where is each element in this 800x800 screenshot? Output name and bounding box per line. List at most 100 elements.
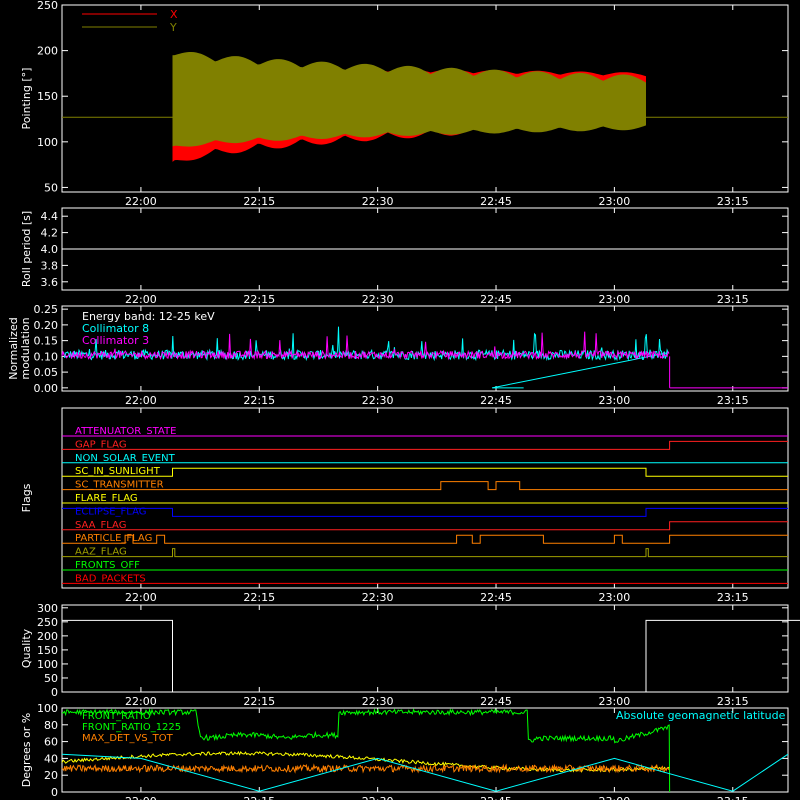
y-tick-label: 0.20 [34,319,59,332]
x-tick-label: 23:15 [717,394,749,407]
x-tick-label: 22:45 [480,695,512,708]
y-tick-label: 60 [44,736,58,749]
flag-trace [62,481,788,491]
y-tick-label: 100 [37,136,58,149]
flag-label: SAA_FLAG [75,520,126,531]
flag-label: PARTICLE_FLAG [75,533,152,544]
y-tick-label: 0.00 [34,382,59,395]
y-tick-label: 20 [44,769,58,782]
ratio-legend-label: FRONT_RATIO [82,711,151,722]
y-tick-label: 300 [37,602,58,615]
y-tick-label: 50 [44,672,58,685]
legend-label-x: X [170,8,178,21]
x-tick-label: 22:45 [480,195,512,208]
flag-trace [62,548,788,558]
x-tick-label: 23:00 [599,795,631,800]
y-tick-label: 0.10 [34,350,59,363]
y-axis-label-line2: modulation [19,317,32,379]
x-tick-label: 22:45 [480,394,512,407]
y-tick-label: 3.6 [41,276,59,289]
y-tick-label: 0.15 [34,335,59,348]
y-tick-label: 100 [37,702,58,715]
legend-label-y: Y [169,21,177,34]
x-tick-label: 22:15 [243,795,275,800]
x-tick-label: 23:00 [599,293,631,306]
y-tick-label: 150 [37,90,58,103]
summary-figure: 22:00 22:15 22:30 22:45 23:00 23:15 Pointing [… [7,0,800,800]
geomagnetic-latitude-line [61,753,789,792]
flag-label: ATTENUATOR_STATE [75,426,176,437]
x-tick-label: 22:00 [125,695,157,708]
y-tick-label: 4.4 [41,210,59,223]
x-tick-label: 22:45 [480,591,512,604]
x-tick-label: 22:15 [243,695,275,708]
ratio-legend-label: MAX_DET_VS_TOT [82,733,174,744]
flag-label: GAP_FLAG [75,439,127,450]
x-tick-label: 22:00 [125,394,157,407]
x-tick-label: 22:15 [243,293,275,306]
flag-label: FRONTS_OFF [75,560,140,571]
y-tick-label: 250 [37,616,58,629]
collimator-3-label: Collimator 3 [82,334,149,347]
x-tick-label: 23:00 [599,195,631,208]
y-tick-label: 250 [37,0,58,12]
x-tick-label: 22:30 [362,394,394,407]
flag-label: NON_SOLAR_EVENT [75,453,176,464]
quality-line [62,619,800,693]
pointing-panel: 22:00 22:15 22:30 22:45 23:00 23:15 Pointing [… [20,0,789,208]
flag-label: FLARE_FLAG [75,493,138,504]
flag-trace [62,467,788,477]
plot-frame [61,604,789,693]
flag-trace [62,507,788,517]
x-tick-label: 22:30 [362,591,394,604]
x-tick-label: 22:00 [125,293,157,306]
y-axis-label: Pointing [°] [20,68,33,130]
y-tick-label: 0.25 [34,303,59,316]
y-tick-label: 40 [44,752,58,765]
ratio-legend-label: FRONT_RATIO_1225 [82,722,181,733]
quality-panel: 22:00 22:15 22:30 22:45 23:00 23:15 Quality 050… [20,602,800,708]
x-tick-label: 23:00 [599,695,631,708]
pointing-band-y [172,52,646,147]
x-tick-label: 22:15 [243,394,275,407]
flag-label: SC_TRANSMITTER [75,480,164,491]
y-tick-label: 200 [37,630,58,643]
y-tick-label: 0 [51,686,58,699]
x-tick-label: 22:30 [362,695,394,708]
flag-label: AAZ_FLAG [75,547,127,558]
x-tick-label: 23:15 [717,293,749,306]
x-tick-label: 22:00 [125,591,157,604]
x-tick-label: 23:15 [717,795,749,800]
flag-trace [62,534,788,544]
geomagnetic-annotation: Absolute geomagnetic latitude [616,709,786,722]
x-tick-label: 23:15 [717,195,749,208]
modulation-series-collimator-3 [61,331,670,361]
y-tick-label: 200 [37,45,58,58]
x-tick-label: 23:15 [717,695,749,708]
x-tick-label: 22:15 [243,195,275,208]
flag-label: SC_IN_SUNLIGHT [75,466,161,477]
y-tick-label: 150 [37,644,58,657]
flag-trace [62,440,788,450]
x-tick-label: 22:00 [125,195,157,208]
ratios-panel: 22:00 22:15 22:30 22:45 23:00 23:15 Degrees or… [20,702,789,800]
x-tick-label: 22:30 [362,293,394,306]
x-tick-label: 23:00 [599,591,631,604]
x-tick-label: 22:45 [480,293,512,306]
y-axis-label: Quality [20,628,33,668]
x-tick-label: 22:00 [125,795,157,800]
x-tick-label: 22:30 [362,795,394,800]
y-axis-label: Flags [20,483,33,512]
y-tick-label: 4.2 [41,227,59,240]
y-tick-label: 0.05 [34,366,59,379]
flag-trace [62,521,788,531]
x-tick-label: 22:15 [243,591,275,604]
y-axis-label: Degrees or % [20,713,33,787]
flags-panel: 22:00 22:15 22:30 22:45 23:00 23:15 Flags ATTEN… [20,407,789,604]
flag-label: BAD_PACKETS [75,573,146,584]
y-tick-label: 50 [44,181,58,194]
roll-period-panel: 22:00 22:15 22:30 22:45 23:00 23:15 Roll perio… [20,207,789,306]
modulation-panel: 22:00 22:15 22:30 22:45 23:00 23:15Normalized… [7,303,789,407]
y-tick-label: 100 [37,658,58,671]
y-axis-label: Roll period [s] [20,211,33,287]
